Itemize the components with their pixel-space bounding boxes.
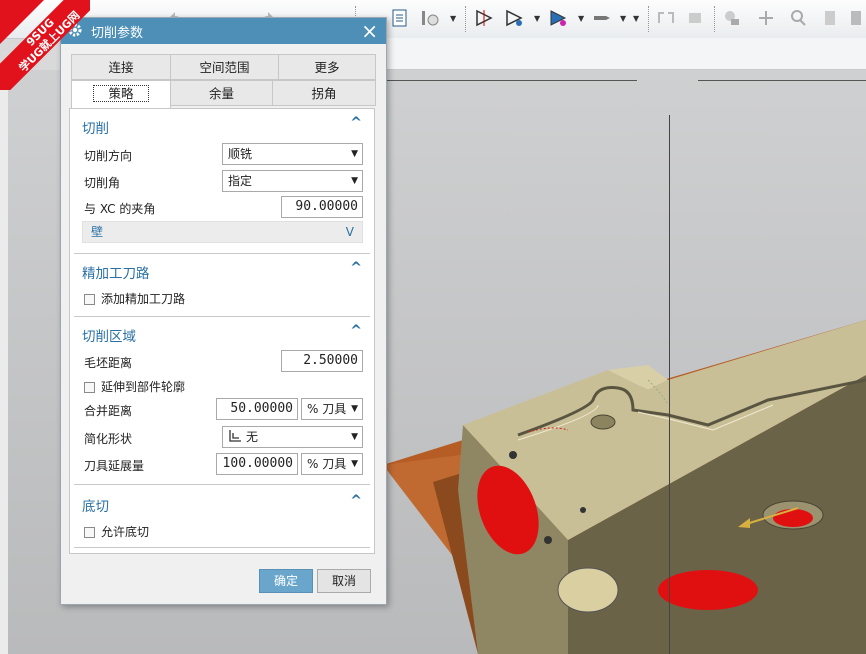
section-cut-title[interactable]: 切削 — [82, 117, 109, 137]
checkbox-icon — [84, 382, 95, 393]
dialog-titlebar[interactable]: 切削参数 × — [61, 18, 386, 44]
checkbox-icon — [84, 527, 95, 538]
path-icon[interactable] — [504, 8, 524, 28]
close-icon[interactable]: × — [361, 19, 378, 43]
chevron-down-icon: ▼ — [351, 404, 358, 414]
clock-icon[interactable] — [420, 8, 440, 28]
collapse-icon[interactable]: ^ — [350, 493, 362, 509]
section-undercut-title[interactable]: 底切 — [82, 495, 109, 515]
cut-direction-label: 切削方向 — [84, 149, 133, 163]
blank-distance-label: 毛坯距离 — [84, 356, 133, 370]
chevron-down-icon[interactable]: ▼ — [534, 14, 540, 23]
tab-stock[interactable]: 余量 — [170, 80, 273, 106]
merge-unit-select[interactable]: % 刀具 ▼ — [301, 398, 363, 420]
cut-parameters-dialog: 切削参数 × 连接 空间范围 更多 策略 余量 拐角 切削 ^ 切削方向 顺铣 ▼… — [60, 17, 387, 605]
collapse-icon[interactable]: ^ — [350, 115, 362, 131]
tab-more[interactable]: 更多 — [278, 54, 376, 80]
simplify-shape-select[interactable]: 无 ▼ — [222, 426, 363, 448]
report-icon[interactable] — [390, 8, 410, 28]
blank-distance-input[interactable]: 2.50000 — [281, 350, 363, 372]
path-play-icon[interactable] — [548, 8, 568, 28]
collapse-icon[interactable]: ^ — [350, 260, 362, 276]
chevron-down-icon: ▼ — [351, 432, 358, 442]
tool-extension-unit-select[interactable]: % 刀具 ▼ — [301, 453, 363, 475]
strategy-panel: 切削 ^ 切削方向 顺铣 ▼ 切削角 指定 ▼ 与 XC 的夹角 90.00000 … — [69, 108, 375, 554]
layer-icon[interactable] — [722, 8, 742, 28]
merge-distance-label: 合并距离 — [84, 404, 133, 418]
add-finish-pass-checkbox[interactable]: 添加精加工刀路 — [84, 290, 185, 307]
shape-icon — [229, 430, 241, 442]
transform-icon[interactable] — [656, 8, 676, 28]
tab-row-bottom: 策略 余量 拐角 — [71, 80, 376, 108]
dialog-title: 切削参数 — [91, 26, 144, 41]
chevron-down-icon[interactable]: ▼ — [633, 14, 639, 23]
merge-distance-input[interactable]: 50.00000 — [216, 398, 298, 420]
tab-corner[interactable]: 拐角 — [272, 80, 376, 106]
xc-angle-input[interactable]: 90.00000 — [281, 196, 363, 218]
tool-axis-line — [669, 115, 670, 654]
chevron-down-icon[interactable]: ▼ — [450, 14, 456, 23]
chevron-down-icon: ▼ — [351, 459, 358, 469]
simplify-shape-label: 简化形状 — [84, 432, 133, 446]
tab-spatial-range[interactable]: 空间范围 — [170, 54, 279, 80]
expand-icon: V — [345, 225, 354, 239]
tab-row-top: 连接 空间范围 更多 — [71, 54, 376, 80]
page-icon[interactable] — [846, 8, 866, 28]
watermark-badge: 9SUG 学UG就上UG网 — [0, 0, 90, 90]
wall-subsection[interactable]: 壁 V — [82, 221, 363, 243]
section-finish-title[interactable]: 精加工刀路 — [82, 262, 150, 282]
cut-angle-select[interactable]: 指定 ▼ — [222, 170, 363, 192]
tool-icon[interactable] — [592, 8, 612, 28]
page-icon[interactable] — [820, 8, 840, 28]
allow-undercut-checkbox[interactable]: 允许底切 — [84, 523, 149, 540]
add-icon[interactable] — [756, 8, 776, 28]
section-region-title[interactable]: 切削区域 — [82, 325, 136, 345]
extend-to-part-checkbox[interactable]: 延伸到部件轮廓 — [84, 378, 185, 395]
ok-button[interactable]: 确定 — [259, 569, 313, 593]
move-point-icon[interactable] — [474, 8, 494, 28]
cancel-button[interactable]: 取消 — [317, 569, 371, 593]
chevron-down-icon[interactable]: ▼ — [620, 14, 626, 23]
collapse-icon[interactable]: ^ — [350, 323, 362, 339]
xc-angle-label: 与 XC 的夹角 — [84, 202, 156, 216]
chevron-down-icon: ▼ — [351, 149, 358, 159]
tool-extension-label: 刀具延展量 — [84, 459, 145, 473]
chevron-down-icon[interactable]: ▼ — [578, 14, 584, 23]
tool-extension-input[interactable]: 100.00000 — [216, 453, 298, 475]
search-icon[interactable] — [788, 8, 808, 28]
chevron-down-icon: ▼ — [351, 176, 358, 186]
cut-direction-select[interactable]: 顺铣 ▼ — [222, 143, 363, 165]
checkbox-icon — [84, 294, 95, 305]
cut-angle-label: 切削角 — [84, 176, 121, 190]
feature-icon[interactable] — [686, 8, 706, 28]
